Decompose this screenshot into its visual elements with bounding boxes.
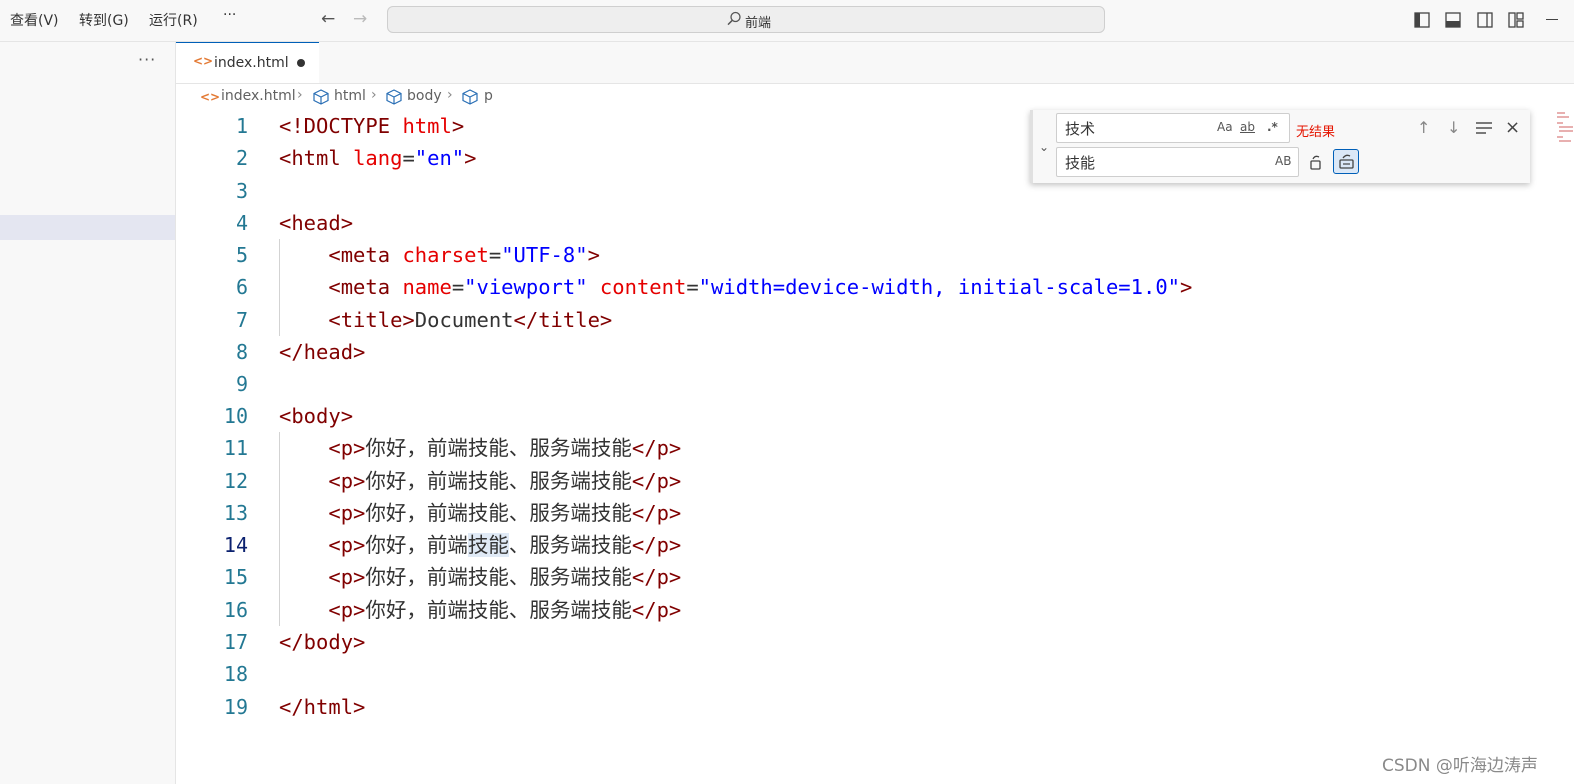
line-number: 9	[235, 372, 248, 396]
tab-index-html[interactable]: <> index.html	[176, 42, 319, 83]
replace-all-icon	[1339, 154, 1354, 169]
breadcrumb-file[interactable]: index.html	[221, 88, 296, 104]
code-line: <body>	[279, 404, 354, 428]
arrow-up-icon[interactable]: ↑	[1417, 118, 1430, 137]
preserve-case-icon[interactable]: AB	[1275, 154, 1291, 168]
element-cube-icon	[386, 89, 402, 105]
element-cube-icon	[462, 89, 478, 105]
code-line: <p>你好，前端技能、服务端技能</p>	[328, 501, 682, 525]
line-number: 6	[235, 275, 248, 299]
arrow-right-icon: →	[353, 9, 368, 29]
line-number: 11	[223, 436, 248, 460]
chevron-right-icon: ›	[371, 87, 377, 103]
find-result-count: 无结果	[1296, 125, 1336, 140]
minimap[interactable]	[1556, 110, 1574, 146]
line-number: 7	[235, 308, 248, 332]
toggle-panel-icon[interactable]	[1445, 12, 1461, 28]
line-number: 17	[223, 630, 248, 654]
line-number: 8	[235, 340, 248, 364]
element-cube-icon	[313, 89, 329, 105]
line-number: 1	[235, 114, 248, 138]
find-input[interactable]: 技术 Aa ab .*	[1056, 113, 1290, 143]
title-bar: 查看(V) 转到(G) 运行(R) ··· ← → 前端	[0, 0, 1574, 42]
code-line: <html lang="en">	[279, 146, 477, 170]
tab-label: index.html	[214, 55, 289, 71]
menu-go[interactable]: 转到(G)	[79, 10, 129, 30]
line-number: 2	[235, 146, 248, 170]
code-line: </head>	[279, 340, 366, 364]
close-icon[interactable]: ×	[1505, 117, 1520, 138]
find-input-value: 技术	[1065, 120, 1096, 138]
line-number-active: 14	[223, 533, 248, 557]
breadcrumb-body[interactable]: body	[407, 88, 442, 104]
line-number: 19	[223, 695, 248, 719]
toggle-primary-sidebar-icon[interactable]	[1414, 12, 1430, 28]
replace-input[interactable]: 技能 AB	[1056, 147, 1299, 177]
code-line: <meta name="viewport" content="width=dev…	[328, 275, 1193, 299]
find-in-selection-icon[interactable]	[1475, 121, 1493, 135]
code-line: <head>	[279, 211, 354, 235]
line-number: 5	[235, 243, 248, 267]
code-line: <meta charset="UTF-8">	[328, 243, 600, 267]
code-line: <p>你好，前端技能、服务端技能</p>	[328, 598, 682, 622]
breadcrumb: <> index.html › html › body › p	[176, 84, 1574, 110]
code-line-active: <p>你好，前端技能、服务端技能</p>	[328, 533, 682, 557]
chevron-right-icon: ›	[447, 87, 453, 103]
html-file-icon: <>	[200, 90, 221, 104]
code-line: <title>Document</title>	[328, 308, 613, 332]
line-number: 3	[235, 179, 248, 203]
line-number: 13	[223, 501, 248, 525]
breadcrumb-html[interactable]: html	[334, 88, 366, 104]
sidebar-more-icon[interactable]: ···	[138, 50, 156, 69]
menu-more[interactable]: ···	[223, 7, 236, 23]
code-line: <p>你好，前端技能、服务端技能</p>	[328, 469, 682, 493]
replace-icon[interactable]	[1308, 153, 1324, 171]
search-icon	[727, 11, 741, 26]
replace-all-button[interactable]	[1333, 149, 1359, 174]
toggle-secondary-sidebar-icon[interactable]	[1477, 12, 1493, 28]
code-line: </body>	[279, 630, 366, 654]
arrow-down-icon[interactable]: ↓	[1447, 118, 1460, 137]
line-number: 4	[235, 211, 248, 235]
breadcrumb-p[interactable]: p	[484, 88, 493, 104]
code-line: <!DOCTYPE html>	[279, 114, 465, 138]
whole-word-icon[interactable]: ab	[1240, 120, 1255, 134]
line-number: 18	[223, 662, 248, 686]
tab-bar: <> index.html	[176, 42, 1574, 84]
line-number: 10	[223, 404, 248, 428]
code-editor[interactable]: 1 2 3 4 5 6 7 8 9 10 11 12 13 14 15 16 1…	[176, 110, 1574, 784]
code-line: <p>你好，前端技能、服务端技能</p>	[328, 565, 682, 589]
selection-highlight: 技能	[467, 533, 509, 557]
html-file-icon: <>	[193, 54, 214, 68]
find-replace-widget: ⌄ 技术 Aa ab .* 无结果 ↑ ↓ × 技能 AB	[1030, 110, 1530, 183]
watermark: CSDN @听海边涛声	[1382, 756, 1538, 776]
menu-view[interactable]: 查看(V)	[10, 10, 59, 30]
line-number: 12	[223, 469, 248, 493]
chevron-right-icon: ›	[297, 87, 303, 103]
unsaved-dot-icon[interactable]	[297, 59, 305, 67]
match-case-icon[interactable]: Aa	[1217, 120, 1233, 134]
line-number: 16	[223, 598, 248, 622]
customize-layout-icon[interactable]	[1508, 12, 1524, 28]
sidebar: ···	[0, 42, 176, 784]
command-center[interactable]: 前端	[387, 6, 1105, 33]
command-center-text: 前端	[745, 16, 772, 31]
replace-input-value: 技能	[1065, 154, 1096, 172]
code-line: <p>你好，前端技能、服务端技能</p>	[328, 436, 682, 460]
minimize-icon[interactable]	[1546, 19, 1558, 20]
sidebar-selected-item[interactable]	[0, 215, 175, 240]
chevron-down-icon[interactable]: ⌄	[1039, 140, 1049, 154]
line-number: 15	[223, 565, 248, 589]
code-line: </html>	[279, 695, 366, 719]
arrow-left-icon[interactable]: ←	[321, 9, 335, 29]
regex-icon[interactable]: .*	[1267, 120, 1278, 134]
menu-run[interactable]: 运行(R)	[149, 10, 198, 30]
